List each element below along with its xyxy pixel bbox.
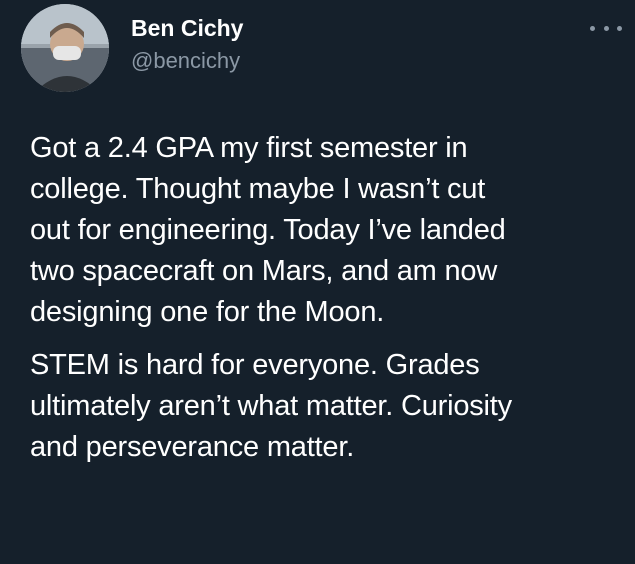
tweet-paragraph: STEM is hard for everyone. Grades ultima…: [30, 345, 625, 468]
user-avatar-photo-icon: [21, 4, 109, 92]
tweet-line: designing one for the Moon.: [30, 296, 385, 328]
more-dot: [603, 25, 609, 31]
tweet-line: out for engineering. Today I’ve landed: [30, 214, 506, 246]
author-name[interactable]: Ben Cichy: [131, 14, 243, 42]
tweet-text: Got a 2.4 GPA my first semester in colle…: [30, 128, 625, 468]
tweet-line: Got a 2.4 GPA my first semester in: [30, 132, 468, 164]
avatar[interactable]: [21, 4, 109, 92]
more-options-icon[interactable]: [590, 18, 622, 38]
author-handle[interactable]: @bencichy: [131, 47, 240, 75]
tweet-line: STEM is hard for everyone. Grades: [30, 349, 480, 381]
tweet-line: two spacecraft on Mars, and am now: [30, 255, 498, 287]
tweet-paragraph: Got a 2.4 GPA my first semester in colle…: [30, 128, 625, 333]
more-dot: [590, 25, 595, 31]
tweet-card: Ben Cichy @bencichy Got a 2.4 GPA my fir…: [0, 0, 635, 564]
tweet-line: ultimately aren’t what matter. Curiosity: [30, 390, 512, 422]
more-dot: [617, 25, 622, 31]
tweet-line: and perseverance matter.: [30, 431, 355, 463]
tweet-line: college. Thought maybe I wasn’t cut: [30, 173, 486, 205]
